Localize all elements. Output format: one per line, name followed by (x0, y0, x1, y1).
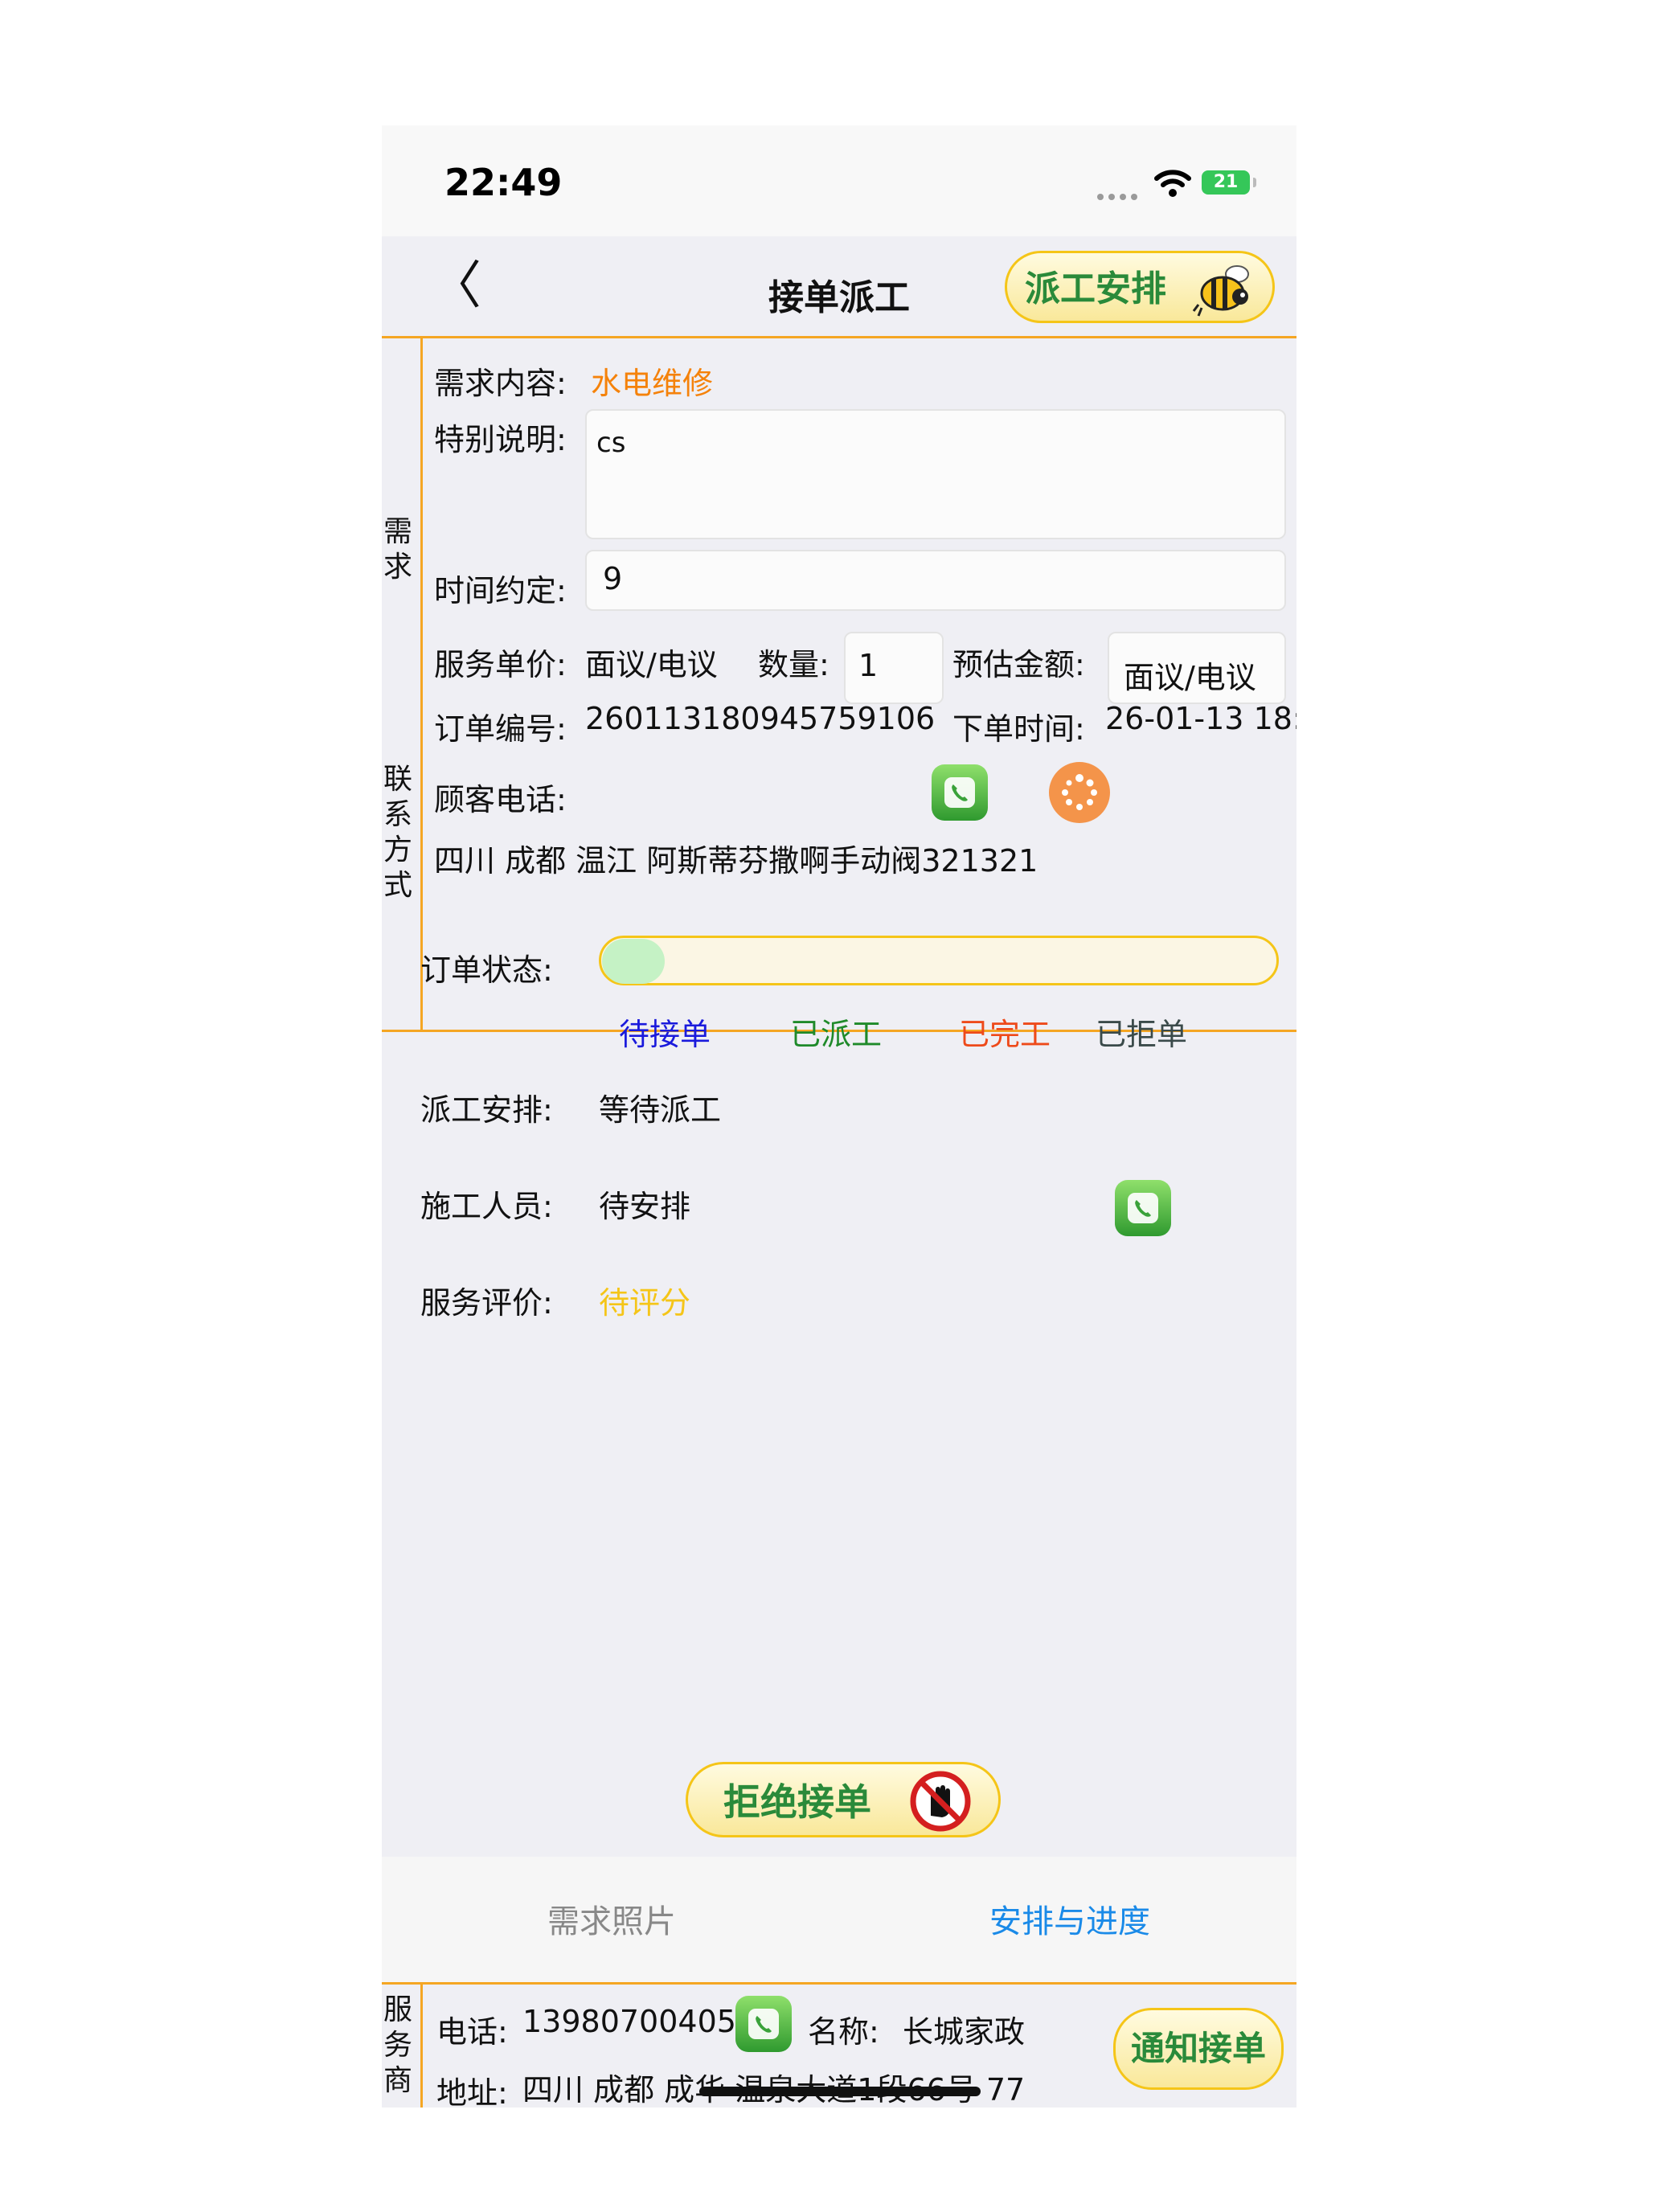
order-status-progress (599, 936, 1279, 985)
provider-name-value: 长城家政 (903, 2014, 1026, 2050)
phone-icon (748, 2009, 779, 2039)
customer-phone-label: 顾客电话: (434, 782, 567, 817)
order-number-value: 260113180945759106 (585, 701, 936, 736)
phone-icon (1128, 1193, 1158, 1223)
order-status-knob (602, 939, 665, 984)
provider-phone-label: 电话: (436, 2014, 508, 2050)
estimate-value: 面议/电议 (1124, 660, 1256, 695)
notify-order-button[interactable]: 通知接单 (1113, 2008, 1284, 2090)
estimate-label: 预估金额: (952, 647, 1085, 682)
estimate-field: 面议/电议 (1108, 632, 1286, 704)
battery-level: 21 (1213, 172, 1239, 192)
time-agreed-value: 9 (603, 561, 623, 596)
demand-content-value: 水电维修 (591, 366, 714, 401)
call-customer-button[interactable] (932, 764, 988, 821)
section-demand-label: 需求 (383, 515, 412, 584)
special-note-label: 特别说明: (434, 422, 567, 457)
section-divider (420, 338, 423, 1031)
status-step-dispatched: 已派工 (790, 1017, 883, 1052)
quantity-field[interactable]: 1 (844, 632, 944, 704)
order-time-label: 下单时间: (952, 711, 1085, 747)
phone-icon (944, 777, 975, 808)
status-step-pending: 待接单 (619, 1017, 711, 1052)
signal-icon (1097, 188, 1142, 200)
nav-bar: 〈 接单派工 派工安排 (382, 236, 1296, 338)
worker-label: 施工人员: (420, 1189, 553, 1224)
order-time-value: 26-01-13 18:0 (1105, 701, 1296, 736)
reject-order-button[interactable]: 拒绝接单 (686, 1762, 1001, 1837)
dispatch-arrange-label: 派工安排 (1025, 268, 1166, 309)
unit-price-label: 服务单价: (434, 647, 567, 682)
special-note-value: cs (596, 427, 626, 459)
phone-screen: 22:49 21 〈 接单派工 派工安排 需求 需求内容: 水电维修 特别说明:… (382, 125, 1296, 2108)
status-time: 22:49 (444, 161, 563, 204)
quantity-value: 1 (858, 648, 879, 683)
dispatch-arrange-button[interactable]: 派工安排 (1005, 251, 1275, 323)
provider-phone-value: 13980700405 (522, 2004, 736, 2039)
time-agreed-field[interactable]: 9 (585, 550, 1286, 611)
call-provider-button[interactable] (735, 1996, 792, 2052)
status-bar: 22:49 21 (382, 125, 1296, 236)
demand-content-label: 需求内容: (434, 366, 567, 401)
status-step-completed: 已完工 (959, 1017, 1051, 1052)
message-customer-button[interactable] (1049, 762, 1110, 823)
worker-value: 待安排 (599, 1189, 691, 1224)
customer-address: 四川 成都 温江 阿斯蒂芬撒啊手动阀321321 (434, 843, 1038, 879)
home-indicator[interactable] (699, 2087, 981, 2096)
wifi-icon (1154, 170, 1191, 197)
order-number-label: 订单编号: (434, 711, 567, 747)
time-agreed-label: 时间约定: (434, 573, 567, 608)
order-status-label: 订单状态: (420, 952, 553, 988)
rating-value: 待评分 (599, 1285, 691, 1321)
tab-arrange-progress[interactable]: 安排与进度 (989, 1895, 1150, 1942)
section-contact-label: 联系方式 (383, 763, 412, 902)
quantity-label: 数量: (758, 647, 830, 682)
tab-demand-photos[interactable]: 需求照片 (547, 1895, 676, 1942)
footer-divider (420, 1985, 423, 2108)
dispatch-value: 等待派工 (599, 1092, 722, 1128)
status-step-rejected: 已拒单 (1096, 1017, 1188, 1052)
section-provider-label: 服务商 (383, 1993, 412, 2097)
call-worker-button[interactable] (1115, 1180, 1171, 1236)
tab-bar: 需求照片 安排与进度 (382, 1857, 1296, 1982)
unit-price-value: 面议/电议 (585, 647, 718, 682)
provider-address-label: 地址: (436, 2075, 508, 2108)
provider-name-label: 名称: (808, 2014, 879, 2050)
battery-icon: 21 (1202, 170, 1256, 195)
rating-label: 服务评价: (420, 1285, 553, 1321)
special-note-field[interactable]: cs (585, 409, 1286, 539)
dispatch-label: 派工安排: (420, 1092, 553, 1128)
reject-order-label: 拒绝接单 (723, 1780, 871, 1824)
loading-icon (1062, 774, 1097, 810)
stop-hand-icon (910, 1771, 971, 1832)
bee-icon (1192, 265, 1249, 317)
